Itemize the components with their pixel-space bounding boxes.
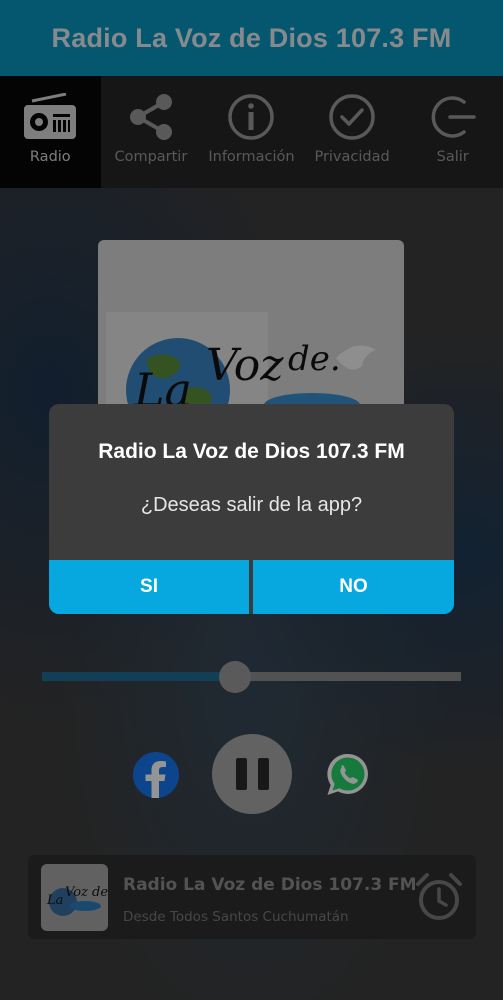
exit-dialog: Radio La Voz de Dios 107.3 FM ¿Deseas sa… [49, 404, 454, 614]
app-screen: Radio La Voz de Dios 107.3 FM Radio Comp… [0, 0, 503, 1000]
confirm-exit-button[interactable]: SI [49, 560, 249, 614]
dialog-message: ¿Deseas salir de la app? [140, 494, 363, 516]
dialog-title: Radio La Voz de Dios 107.3 FM [98, 440, 405, 463]
cancel-exit-button[interactable]: NO [253, 560, 454, 614]
